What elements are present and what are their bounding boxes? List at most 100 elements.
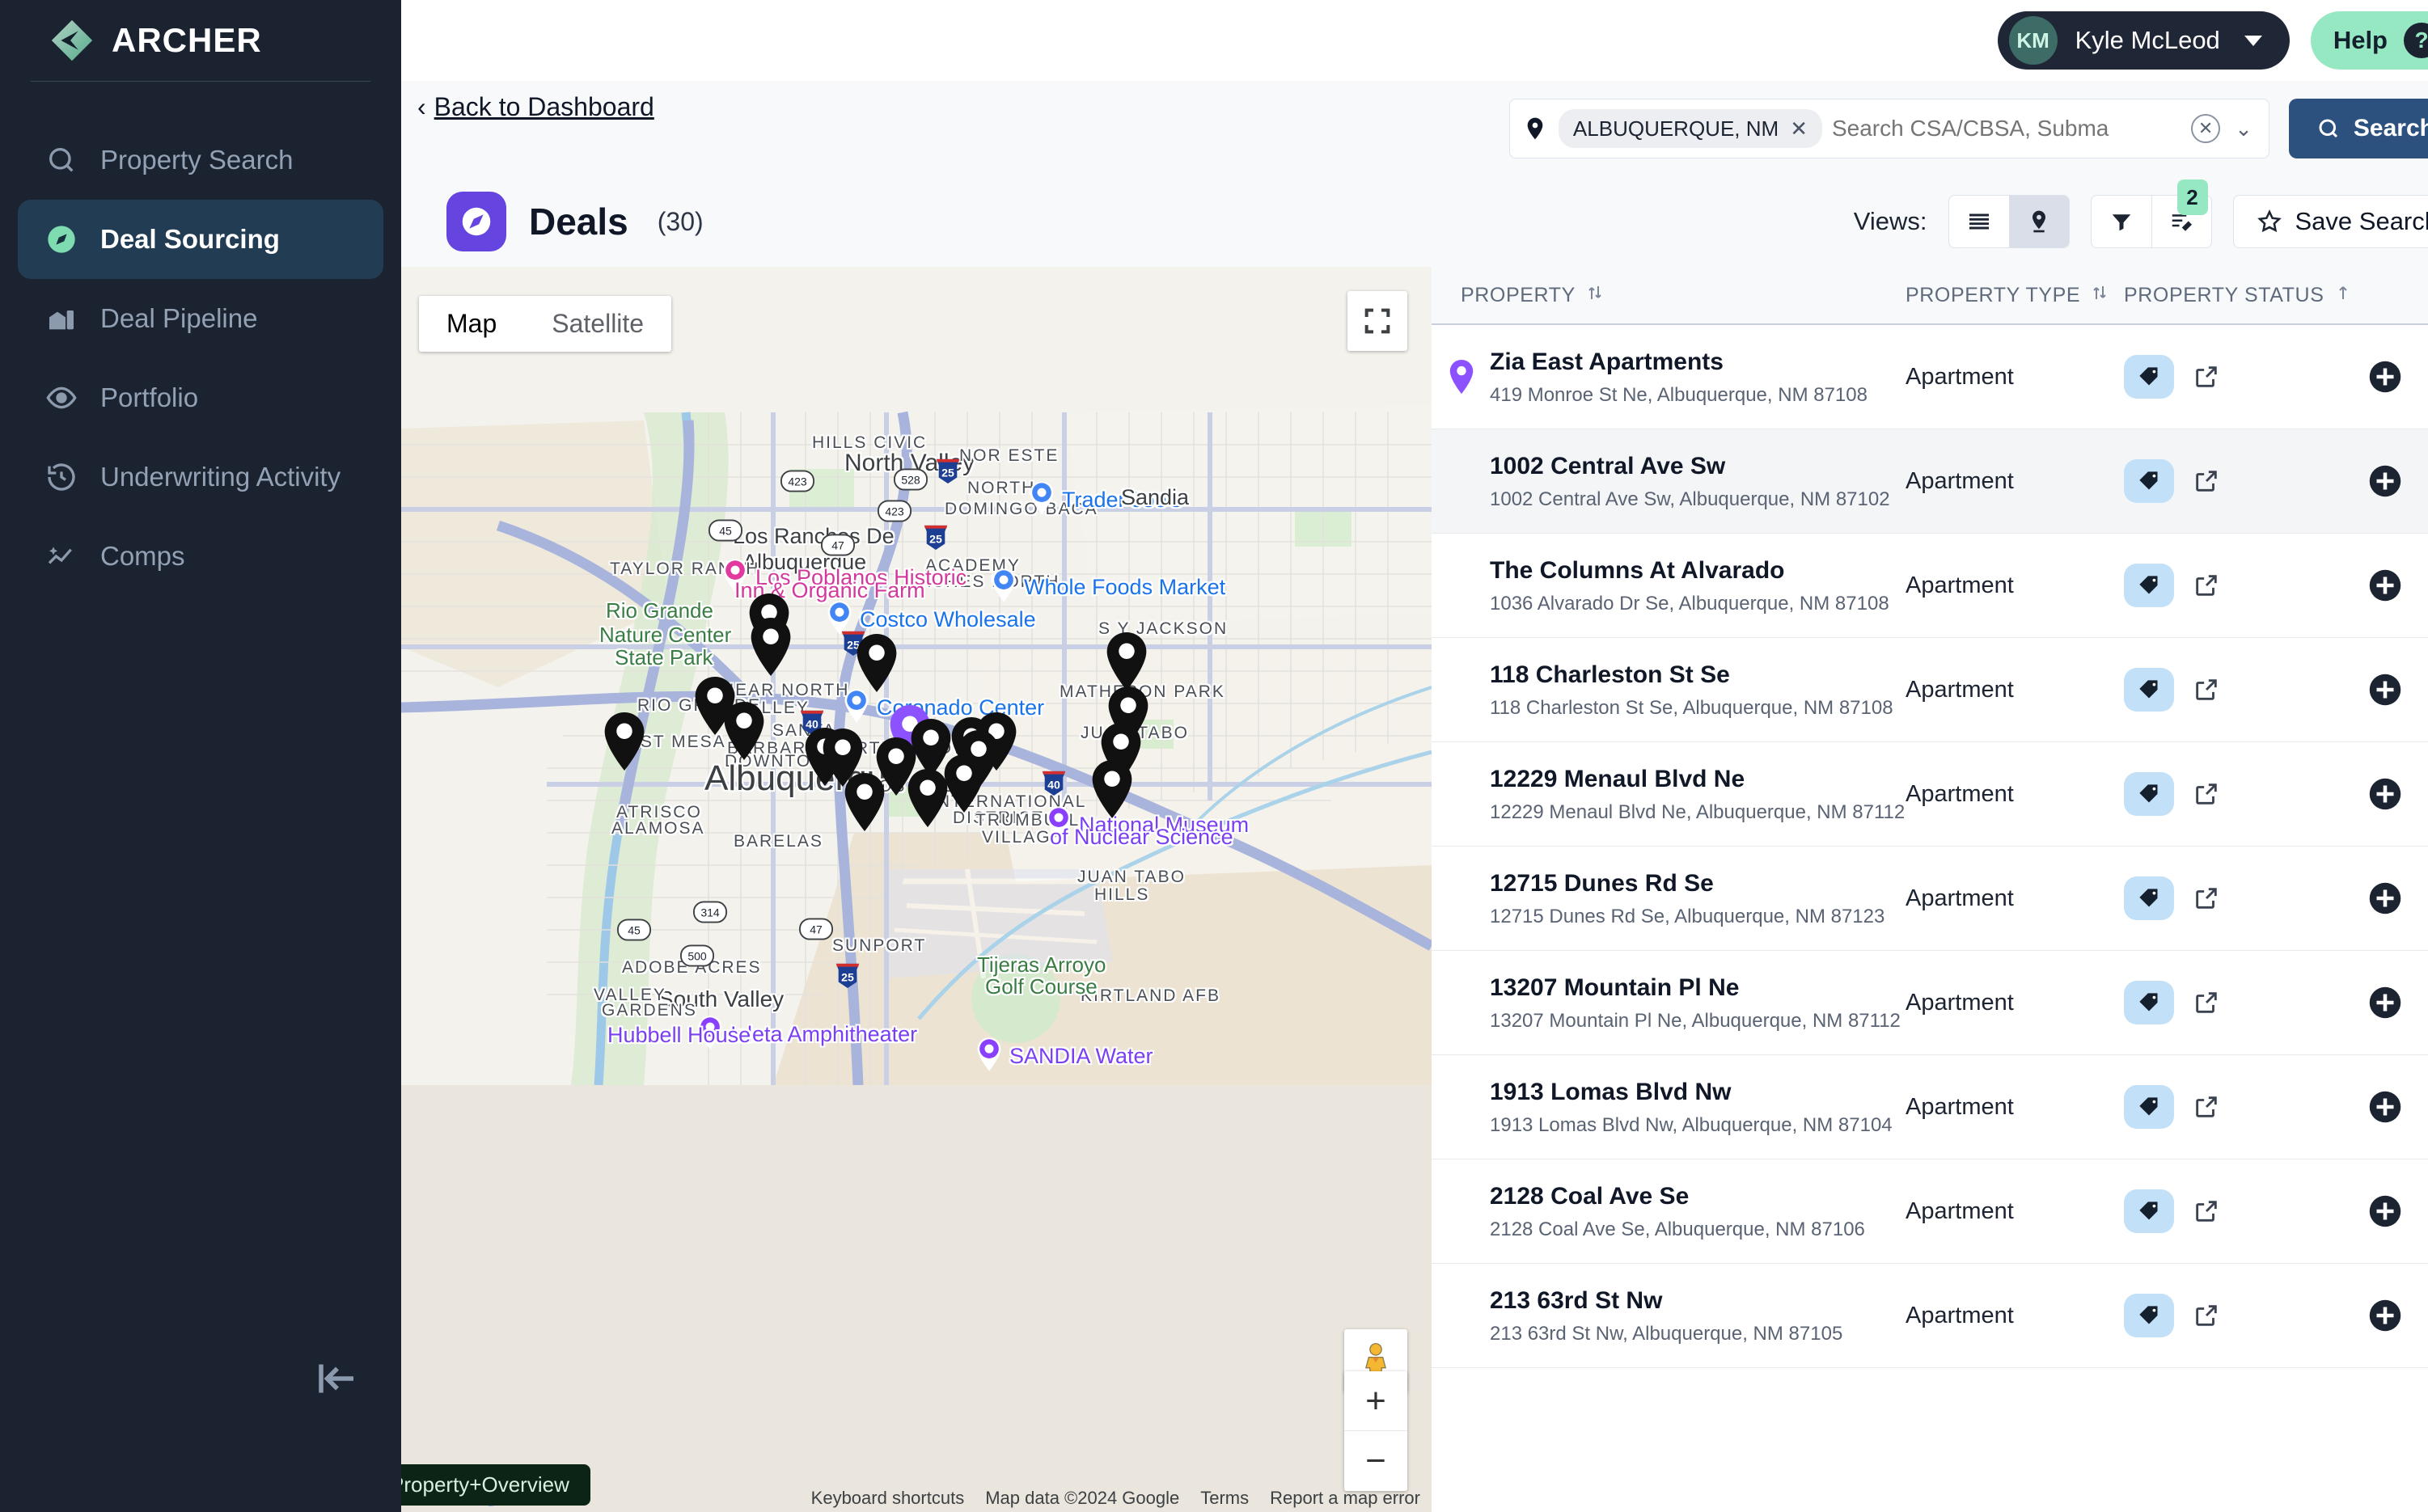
table-row[interactable]: 12229 Menaul Blvd Ne 12229 Menaul Blvd Ne… [1432,742,2428,847]
map-deal-pin[interactable] [1106,632,1148,695]
sidebar-item-comps[interactable]: Comps [18,517,383,596]
column-header-property[interactable]: PROPERTY [1445,283,1906,308]
table-row[interactable]: The Columns At Alvarado 1036 Alvarado Dr … [1432,534,2428,638]
tag-icon[interactable] [2124,981,2174,1024]
map-type-map[interactable]: Map [419,296,524,352]
property-name[interactable]: The Columns At Alvarado [1490,555,1889,586]
search-button[interactable]: Search [2288,99,2428,158]
plus-circle-icon[interactable] [2367,1088,2404,1126]
map-poi[interactable]: of Nuclear Science [1050,825,1233,850]
plus-circle-icon[interactable] [2367,1193,2404,1230]
external-link-icon[interactable] [2189,359,2224,395]
map-label: KIRTLAND AFB [1081,986,1220,1005]
map-route-shield: 423 [877,500,912,526]
external-link-icon[interactable] [2189,672,2224,707]
user-menu-button[interactable]: KM Kyle McLeod [1997,11,2290,70]
table-row[interactable]: 118 Charleston St Se 118 Charleston St Se… [1432,638,2428,742]
table-row[interactable]: 12715 Dunes Rd Se 12715 Dunes Rd Se, Albu… [1432,847,2428,951]
search-box[interactable]: ALBUQUERQUE, NM ✕ ✕ ⌄ [1508,99,2269,158]
search-input[interactable] [1831,116,2182,141]
tag-icon[interactable] [2124,355,2174,399]
property-address: 12229 Menaul Blvd Ne, Albuquerque, NM 87… [1490,800,1906,823]
zoom-in-button[interactable]: + [1344,1371,1407,1431]
external-link-icon[interactable] [2189,1089,2224,1125]
filter-funnel-icon[interactable] [2092,196,2151,247]
table-row[interactable]: 2128 Coal Ave Se 2128 Coal Ave Se, Albuqu… [1432,1159,2428,1264]
map-deal-pin[interactable] [750,618,792,680]
plus-circle-icon[interactable] [2367,775,2404,813]
fullscreen-icon[interactable] [1347,291,1407,351]
external-link-icon[interactable] [2189,463,2224,499]
map-route-shield: 47 [798,918,834,944]
map-deal-pin[interactable] [723,702,765,764]
plus-circle-icon[interactable] [2367,358,2404,395]
keyboard-shortcuts-link[interactable]: Keyboard shortcuts [811,1488,965,1509]
back-to-dashboard-link[interactable]: ‹ Back to Dashboard [417,92,654,122]
map-deal-pin[interactable] [1091,760,1133,822]
map-view-icon[interactable] [2008,196,2069,247]
list-view-icon[interactable] [1949,196,2009,247]
external-link-icon[interactable] [2189,1298,2224,1333]
table-row[interactable]: 213 63rd St Nw 213 63rd St Nw, Albuquerqu… [1432,1264,2428,1368]
property-name[interactable]: 213 63rd St Nw [1490,1286,1842,1316]
sidebar-item-portfolio[interactable]: Portfolio [18,358,383,437]
plus-circle-icon[interactable] [2367,462,2404,500]
external-link-icon[interactable] [2189,985,2224,1020]
tag-icon[interactable] [2124,1189,2174,1233]
tag-icon[interactable] [2124,876,2174,920]
tag-icon[interactable] [2124,1085,2174,1129]
table-row[interactable]: 13207 Mountain Pl Ne 13207 Mountain Pl Ne… [1432,951,2428,1055]
map-deal-pin[interactable] [907,769,949,831]
tag-icon[interactable] [2124,459,2174,503]
property-name[interactable]: 1002 Central Ave Sw [1490,451,1890,482]
property-name[interactable]: 12715 Dunes Rd Se [1490,868,1884,899]
tag-icon[interactable] [2124,668,2174,712]
table-row[interactable]: Zia East Apartments 419 Monroe St Ne, Alb… [1432,325,2428,429]
map-label: GARDENS [602,1001,697,1020]
plus-circle-icon[interactable] [2367,1297,2404,1334]
external-link-icon[interactable] [2189,776,2224,812]
terms-link[interactable]: Terms [1200,1488,1249,1509]
clear-circle-icon[interactable]: ✕ [2191,114,2221,143]
plus-circle-icon[interactable] [2367,880,2404,917]
plus-circle-icon[interactable] [2367,984,2404,1021]
location-filter-chip[interactable]: ALBUQUERQUE, NM ✕ [1558,109,1822,148]
map-poi[interactable]: Hubbell House [607,1023,751,1048]
chevron-down-icon[interactable]: ⌄ [2230,116,2257,141]
sidebar-item-deal-sourcing[interactable]: Deal Sourcing [18,200,383,279]
sidebar-collapse-button[interactable] [309,1350,366,1407]
tag-icon[interactable] [2124,1294,2174,1337]
property-name[interactable]: 118 Charleston St Se [1490,660,1893,691]
map-type-satellite[interactable]: Satellite [524,296,671,352]
map-deal-pin[interactable] [603,712,645,775]
column-header-property-type[interactable]: PROPERTY TYPE [1906,283,2124,308]
property-name[interactable]: 12229 Menaul Blvd Ne [1490,764,1905,795]
map-deal-pin[interactable] [844,773,886,835]
save-search-button[interactable]: Save Search [2232,195,2428,248]
map-poi[interactable]: Sandia [1121,485,1189,510]
sidebar-item-underwriting-activity[interactable]: Underwriting Activity [18,437,383,517]
property-name[interactable]: 2128 Coal Ave Se [1490,1181,1865,1212]
close-x-icon[interactable]: ✕ [1790,116,1808,141]
map-deal-pin[interactable] [943,754,985,817]
map-deal-pin[interactable] [856,634,898,696]
plus-circle-icon[interactable] [2367,671,2404,708]
zoom-out-button[interactable]: − [1344,1431,1407,1491]
external-link-icon[interactable] [2189,568,2224,603]
tag-icon[interactable] [2124,564,2174,607]
sidebar-item-property-search[interactable]: Property Search [18,120,383,200]
table-row[interactable]: 1913 Lomas Blvd Nw 1913 Lomas Blvd Nw, Al… [1432,1055,2428,1159]
table-row[interactable]: 1002 Central Ave Sw 1002 Central Ave Sw, … [1432,429,2428,534]
external-link-icon[interactable] [2189,881,2224,916]
tag-icon[interactable] [2124,772,2174,816]
sidebar-item-deal-pipeline[interactable]: Deal Pipeline [18,279,383,358]
property-name[interactable]: 1913 Lomas Blvd Nw [1490,1077,1893,1108]
map-poi[interactable]: SANDIA Water [975,1037,1153,1076]
help-button[interactable]: Help ? [2310,11,2428,70]
external-link-icon[interactable] [2189,1193,2224,1229]
property-name[interactable]: 13207 Mountain Pl Ne [1490,973,1901,1003]
property-name[interactable]: Zia East Apartments [1490,347,1868,378]
map-panel[interactable]: North Valley NOR ESTE NORTH DOMINGO BACA HIL… [401,267,1432,1512]
plus-circle-icon[interactable] [2367,567,2404,604]
column-header-property-status[interactable]: PROPERTY STATUS [2124,283,2367,308]
